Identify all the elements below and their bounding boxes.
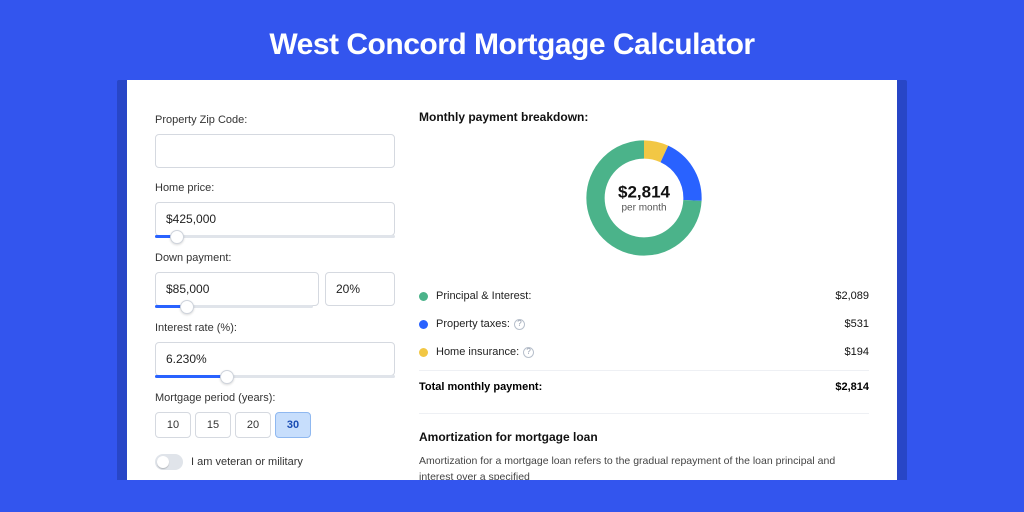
slider-thumb[interactable] (180, 300, 194, 314)
down-payment-input[interactable] (155, 272, 319, 306)
legend-value: $531 (845, 318, 869, 330)
down-payment-field: Down payment: (155, 252, 395, 308)
donut-sub: per month (618, 203, 670, 214)
period-field: Mortgage period (years): 10152030 (155, 392, 395, 438)
breakdown-header: Monthly payment breakdown: (419, 110, 869, 124)
down-payment-label: Down payment: (155, 252, 395, 264)
amortization-text: Amortization for a mortgage loan refers … (419, 454, 869, 480)
zip-label: Property Zip Code: (155, 114, 395, 126)
legend-label: Property taxes:? (436, 318, 845, 330)
legend-dot (419, 320, 428, 329)
breakdown-column: Monthly payment breakdown: $2,814 per mo… (419, 110, 869, 470)
legend-row: Principal & Interest:$2,089 (419, 282, 869, 310)
donut-center: $2,814 per month (618, 183, 670, 214)
amortization-section: Amortization for mortgage loan Amortizat… (419, 413, 869, 480)
legend-row: Home insurance:?$194 (419, 338, 869, 366)
home-price-input[interactable] (155, 202, 395, 236)
down-payment-pct-input[interactable] (325, 272, 395, 306)
veteran-label: I am veteran or military (191, 456, 303, 468)
zip-field: Property Zip Code: (155, 114, 395, 168)
interest-slider[interactable] (155, 375, 395, 378)
total-row: Total monthly payment: $2,814 (419, 370, 869, 401)
home-price-field: Home price: (155, 182, 395, 238)
period-label: Mortgage period (years): (155, 392, 395, 404)
legend-value: $2,089 (835, 290, 869, 302)
zip-input[interactable] (155, 134, 395, 168)
amortization-header: Amortization for mortgage loan (419, 430, 869, 444)
form-column: Property Zip Code: Home price: Down paym… (155, 110, 395, 470)
slider-thumb[interactable] (220, 370, 234, 384)
home-price-label: Home price: (155, 182, 395, 194)
legend-dot (419, 348, 428, 357)
legend-row: Property taxes:?$531 (419, 310, 869, 338)
legend-value: $194 (845, 346, 869, 358)
legend-dot (419, 292, 428, 301)
period-options: 10152030 (155, 412, 395, 438)
period-option-30[interactable]: 30 (275, 412, 311, 438)
toggle-knob (157, 456, 169, 468)
legend-label: Home insurance:? (436, 346, 845, 358)
interest-input[interactable] (155, 342, 395, 376)
period-option-20[interactable]: 20 (235, 412, 271, 438)
total-value: $2,814 (835, 381, 869, 393)
calculator-card: Property Zip Code: Home price: Down paym… (127, 80, 897, 480)
down-payment-slider[interactable] (155, 305, 313, 308)
card-backdrop: Property Zip Code: Home price: Down paym… (117, 80, 907, 480)
page-title: West Concord Mortgage Calculator (269, 28, 754, 62)
slider-thumb[interactable] (170, 230, 184, 244)
period-option-15[interactable]: 15 (195, 412, 231, 438)
donut-amount: $2,814 (618, 183, 670, 203)
info-icon[interactable]: ? (514, 319, 525, 330)
info-icon[interactable]: ? (523, 347, 534, 358)
legend-label: Principal & Interest: (436, 290, 835, 302)
total-label: Total monthly payment: (419, 381, 835, 393)
interest-field: Interest rate (%): (155, 322, 395, 378)
home-price-slider[interactable] (155, 235, 395, 238)
veteran-toggle[interactable] (155, 454, 183, 470)
interest-label: Interest rate (%): (155, 322, 395, 334)
veteran-row: I am veteran or military (155, 454, 395, 470)
legend: Principal & Interest:$2,089Property taxe… (419, 282, 869, 366)
donut-chart: $2,814 per month (419, 134, 869, 262)
period-option-10[interactable]: 10 (155, 412, 191, 438)
